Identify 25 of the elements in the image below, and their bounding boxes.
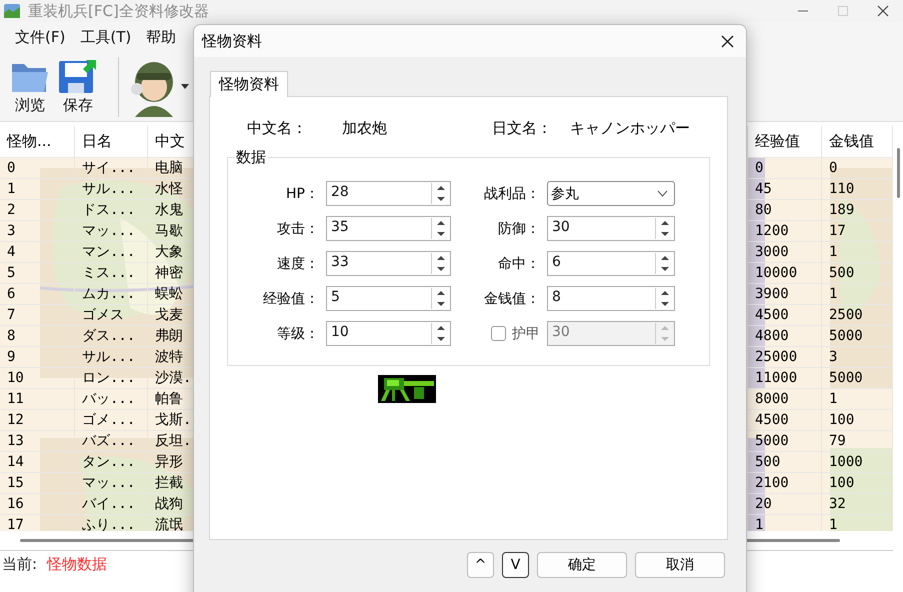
dialog-button[interactable]: ^: [467, 552, 494, 578]
menu-item[interactable]: 工具(T): [80, 28, 132, 46]
dialog-button[interactable]: V: [502, 552, 529, 578]
menu-item[interactable]: 文件(F): [15, 28, 66, 46]
name-value: 加农炮: [342, 119, 388, 138]
tab[interactable]: 怪物资料: [210, 71, 288, 97]
toolbar-button[interactable]: 保存: [56, 58, 100, 115]
menu-item[interactable]: 帮助: [146, 28, 176, 46]
window-title: 重装机兵[FC]全资料修改器: [28, 2, 209, 20]
field-label: 中文名：: [247, 119, 308, 138]
dialog-title: 怪物资料: [202, 32, 262, 50]
app-icon: [4, 4, 20, 18]
scrollbar-thumb[interactable]: [896, 148, 900, 198]
caret-icon[interactable]: [181, 84, 189, 89]
dialog-button[interactable]: 确定: [537, 552, 627, 578]
field-label: 日文名：: [492, 119, 553, 138]
status-value: 怪物数据: [47, 555, 108, 574]
status-label: 当前:: [2, 555, 38, 574]
close-icon[interactable]: [721, 34, 734, 48]
name-value: キャノンホッパー: [570, 119, 691, 138]
close-icon[interactable]: [877, 5, 889, 17]
toolbar-button[interactable]: 浏览: [8, 58, 52, 115]
avatar-button[interactable]: [118, 56, 189, 116]
floppy-disk-icon: [58, 58, 98, 94]
dialog-button[interactable]: 取消: [635, 552, 725, 578]
